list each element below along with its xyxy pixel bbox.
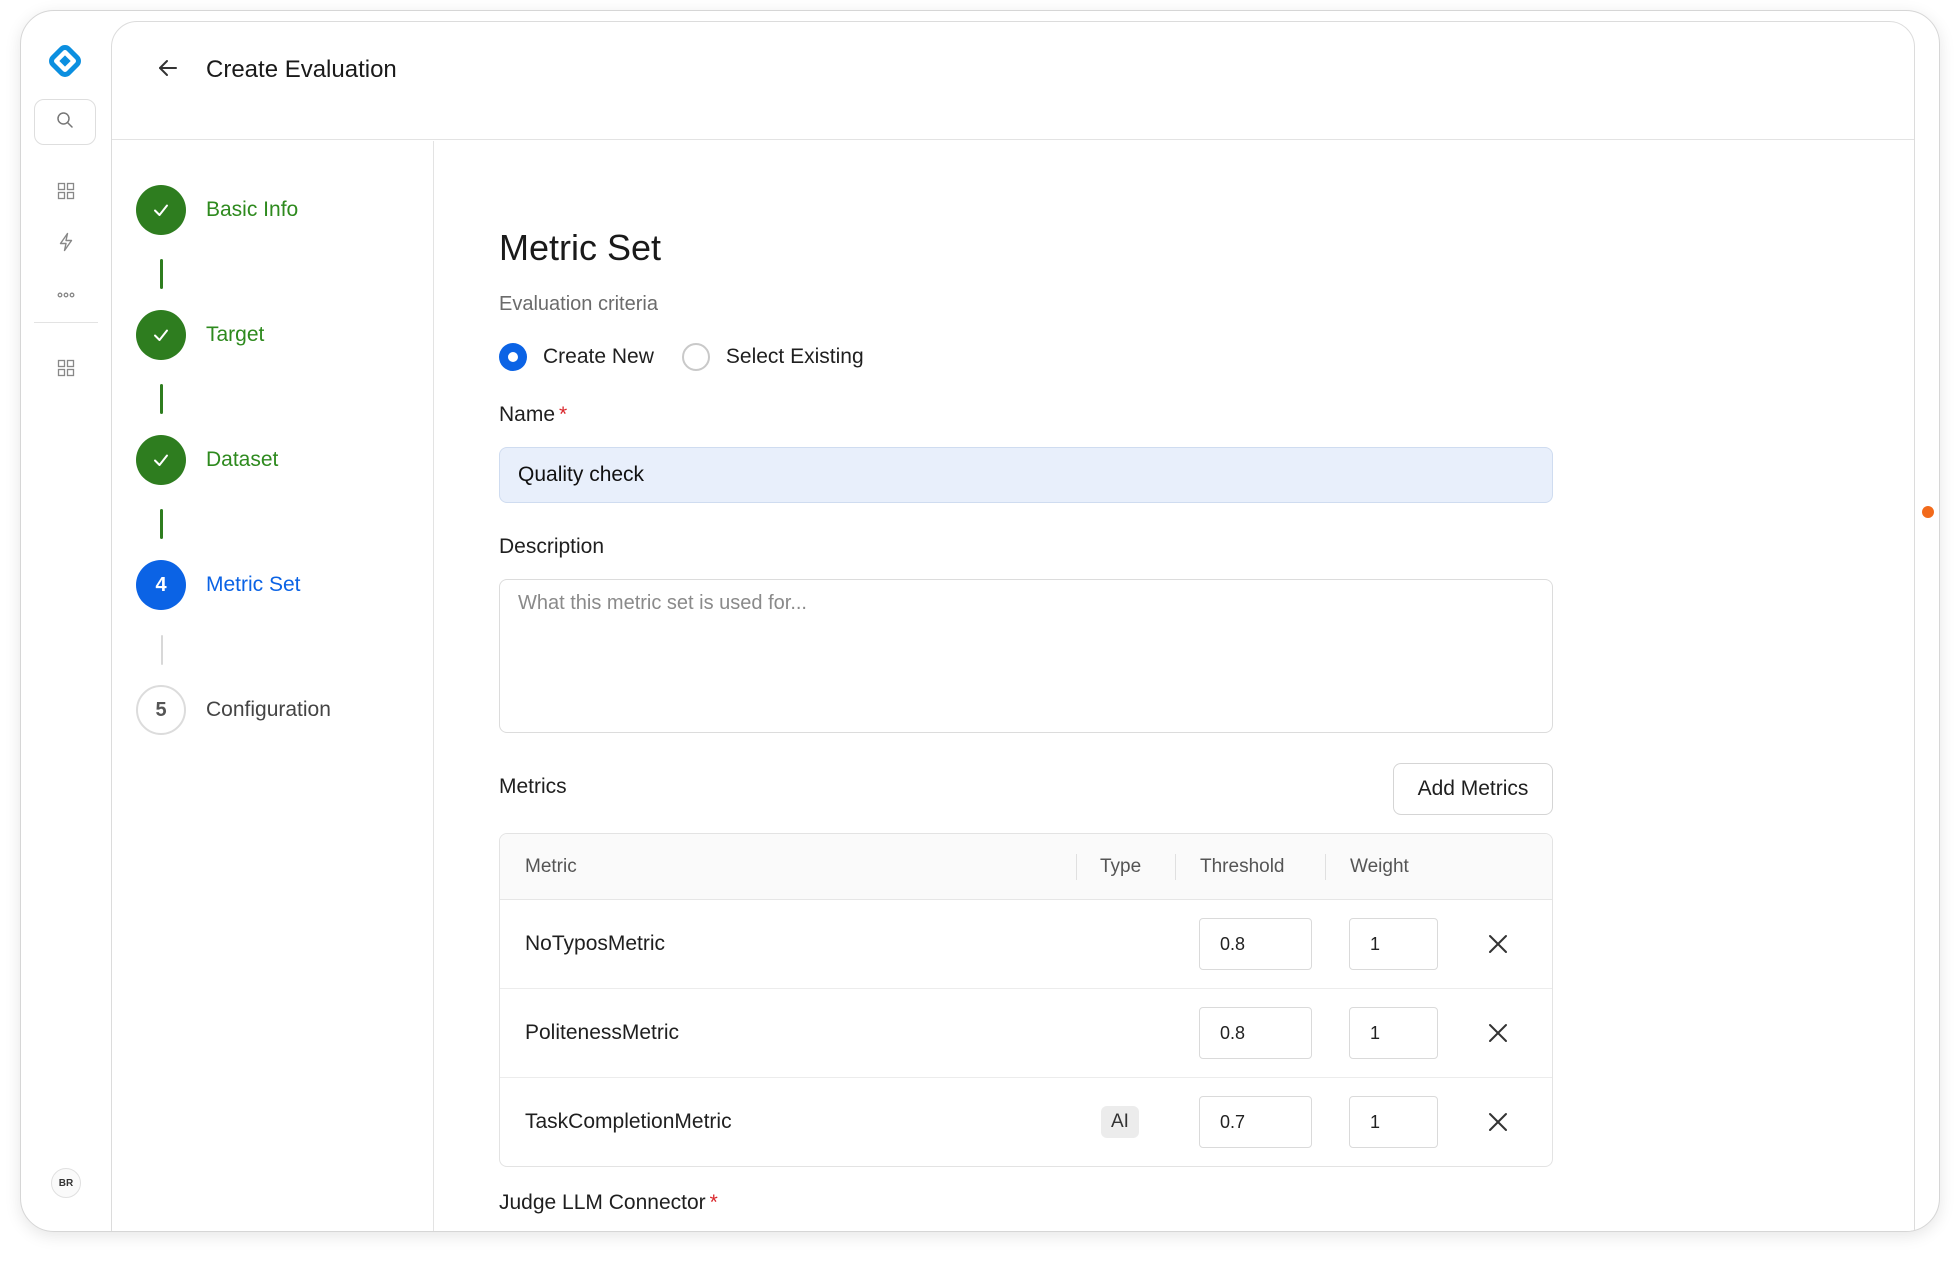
dashboard-button[interactable] [46, 173, 86, 213]
weight-input[interactable] [1349, 1096, 1438, 1148]
step-number: 4 [136, 560, 186, 610]
back-button[interactable] [148, 50, 188, 90]
name-label-text: Name [499, 403, 556, 426]
judge-llm-label: Judge LLM Connector * [499, 1191, 718, 1215]
more-button[interactable] [46, 274, 86, 314]
check-icon [154, 329, 168, 341]
column-divider [1325, 854, 1326, 880]
section-title: Metric Set [499, 227, 662, 268]
column-header-threshold: Threshold [1200, 856, 1285, 877]
page-title: Create Evaluation [206, 56, 397, 83]
step-label: Configuration [206, 698, 331, 721]
threshold-input[interactable] [1199, 918, 1312, 970]
required-mark: * [709, 1191, 718, 1214]
step-metric-set[interactable]: 4 Metric Set [136, 559, 301, 611]
description-field[interactable] [499, 579, 1553, 733]
step-label: Dataset [206, 448, 279, 471]
column-divider [1175, 854, 1176, 880]
section-subtitle: Evaluation criteria [499, 293, 658, 315]
step-complete-indicator [136, 185, 186, 235]
more-icon [57, 285, 75, 303]
table-header: Metric Type Threshold Weight [500, 834, 1552, 900]
rail-divider [34, 322, 98, 323]
metric-name: PolitenessMetric [525, 1021, 680, 1044]
metrics-table: Metric Type Threshold Weight NoTyposMetr… [499, 833, 1553, 1167]
logo-icon[interactable] [45, 41, 85, 81]
step-label: Metric Set [206, 573, 301, 596]
step-connector [160, 384, 163, 414]
apps-button[interactable] [46, 350, 86, 390]
table-row: NoTyposMetric [500, 900, 1552, 989]
step-number: 5 [136, 685, 186, 735]
radio-indicator [681, 343, 710, 371]
step-connector [160, 509, 163, 539]
table-row: PolitenessMetric [500, 989, 1552, 1078]
remove-metric-button[interactable] [1480, 1015, 1516, 1051]
required-mark: * [559, 403, 568, 426]
dashboard-icon [57, 182, 75, 205]
back-arrow-icon [156, 56, 180, 85]
check-icon [154, 204, 168, 216]
mode-radio-group: Create New Select Existing [499, 343, 892, 371]
step-dataset[interactable]: Dataset [136, 434, 278, 486]
close-icon [1489, 1113, 1507, 1131]
step-connector [161, 635, 163, 665]
step-target[interactable]: Target [136, 309, 264, 361]
app-window: BR Create Evaluation Basic Info Target D… [20, 10, 1940, 1232]
bolt-icon [57, 232, 75, 257]
step-basic-info[interactable]: Basic Info [136, 184, 298, 236]
description-label: Description [499, 535, 605, 558]
remove-metric-button[interactable] [1480, 1104, 1516, 1140]
name-label: Name * [499, 403, 567, 427]
metric-name: TaskCompletionMetric [525, 1110, 732, 1133]
page-header: Create Evaluation [112, 22, 1914, 140]
step-complete-indicator [136, 310, 186, 360]
column-divider [1076, 854, 1077, 880]
close-icon [1489, 1024, 1507, 1042]
radio-indicator [499, 343, 527, 371]
close-icon [1489, 935, 1507, 953]
actions-button[interactable] [46, 224, 86, 264]
threshold-input[interactable] [1199, 1096, 1312, 1148]
metric-name: NoTyposMetric [525, 932, 666, 955]
step-connector [160, 259, 163, 289]
step-label: Basic Info [206, 198, 299, 221]
step-complete-indicator [136, 435, 186, 485]
step-configuration[interactable]: 5 Configuration [136, 684, 331, 736]
notification-dot [1922, 506, 1934, 518]
remove-metric-button[interactable] [1480, 926, 1516, 962]
name-field[interactable] [499, 447, 1553, 503]
type-badge: AI [1101, 1106, 1139, 1138]
stepper: Basic Info Target Dataset 4 Metric Set 5… [112, 141, 434, 1231]
apps-icon [57, 359, 75, 382]
radio-label: Select Existing [725, 345, 864, 368]
column-header-weight: Weight [1350, 856, 1409, 877]
search-icon [56, 111, 74, 134]
step-label: Target [206, 323, 265, 346]
column-header-type: Type [1100, 856, 1142, 877]
metrics-label: Metrics [499, 775, 567, 798]
avatar[interactable]: BR [51, 1168, 81, 1198]
left-rail: BR [21, 11, 111, 1231]
radio-create-new[interactable]: Create New [499, 343, 654, 371]
judge-llm-label-text: Judge LLM Connector [499, 1191, 706, 1214]
radio-select-existing[interactable]: Select Existing [681, 343, 864, 371]
weight-input[interactable] [1349, 1007, 1438, 1059]
main-panel: Create Evaluation Basic Info Target Data… [111, 21, 1915, 1231]
threshold-input[interactable] [1199, 1007, 1312, 1059]
add-metrics-button[interactable]: Add Metrics [1393, 763, 1553, 815]
radio-label: Create New [543, 345, 654, 368]
weight-input[interactable] [1349, 918, 1438, 970]
column-header-metric: Metric [525, 856, 577, 877]
search-button[interactable] [34, 99, 96, 145]
table-row: TaskCompletionMetric AI [500, 1078, 1552, 1166]
check-icon [154, 454, 168, 466]
